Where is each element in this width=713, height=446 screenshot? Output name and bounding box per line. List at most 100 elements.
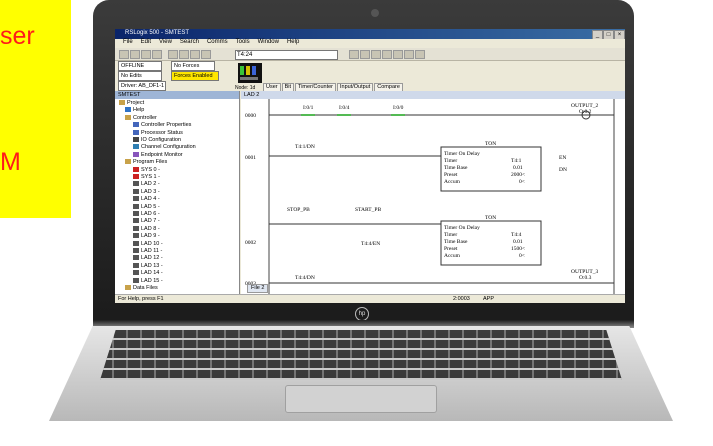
menu-item-file[interactable]: File xyxy=(123,39,133,45)
time-base-value-2: 0.01 xyxy=(513,239,523,245)
touchpad[interactable] xyxy=(285,385,437,413)
copy-icon[interactable] xyxy=(179,50,189,59)
tree-item[interactable]: Processor Status xyxy=(133,130,183,136)
tree-node-icon xyxy=(133,255,139,261)
file-tab[interactable]: File 2 xyxy=(247,284,269,293)
zoom-out-icon[interactable] xyxy=(415,50,425,59)
tree-item[interactable]: Endpoint Monitor xyxy=(133,152,183,158)
tree-item[interactable]: Project xyxy=(119,100,144,106)
tree-item[interactable]: Channel Configuration xyxy=(133,144,196,150)
tree-item[interactable]: LAD 8 - xyxy=(133,226,160,232)
tree-node-icon xyxy=(133,137,139,143)
ton-label: TON xyxy=(485,141,496,147)
preset-value: 2000< xyxy=(511,172,525,178)
tree-item[interactable]: LAD 5 - xyxy=(133,204,160,210)
cross-reference-icon[interactable] xyxy=(371,50,381,59)
tree-item-label: LAD 5 - xyxy=(141,203,160,210)
tree-item[interactable]: LAD 6 - xyxy=(133,211,160,217)
tree-node-icon xyxy=(133,144,139,150)
address-box[interactable]: T4:24 xyxy=(235,50,338,60)
status-help-text: For Help, press F1 xyxy=(118,296,164,302)
menu-item-window[interactable]: Window xyxy=(258,39,279,45)
tree-node-icon xyxy=(125,285,131,291)
dn-label: DN xyxy=(559,167,567,173)
tree-item[interactable]: LAD 9 - xyxy=(133,233,160,239)
timer-value: T4:1 xyxy=(511,158,522,164)
tree-item-label: Processor Status xyxy=(141,129,183,136)
tree-item[interactable]: LAD 3 - xyxy=(133,189,160,195)
tree-item[interactable]: Program Files xyxy=(125,159,167,165)
tree-node-icon xyxy=(133,277,139,283)
menu-item-edit[interactable]: Edit xyxy=(141,39,151,45)
zoom-in-icon[interactable] xyxy=(404,50,414,59)
tree-item[interactable]: Controller xyxy=(125,115,157,121)
menu-bar: File Edit View Search Comms Tools Window Help xyxy=(115,39,625,48)
tree-item-label: Project xyxy=(127,100,145,106)
tree-item[interactable]: LAD 15 - xyxy=(133,278,163,284)
menu-item-view[interactable]: View xyxy=(159,39,172,45)
tree-item-label: LAD 2 - xyxy=(141,181,160,188)
accum-value-2: 0< xyxy=(519,253,525,259)
tree-item[interactable]: LAD 10 - xyxy=(133,241,163,247)
search-icon[interactable] xyxy=(360,50,370,59)
rslogix-window: RSLogix 500 - SMTEST _ □ × File Edit View S… xyxy=(115,29,625,303)
en-label: EN xyxy=(559,155,566,161)
tree-item[interactable]: LAD 4 - xyxy=(133,196,160,202)
verify-icon[interactable] xyxy=(349,50,359,59)
print-icon[interactable] xyxy=(152,50,162,59)
tree-node-icon xyxy=(133,248,139,254)
tree-item-label: LAD 4 - xyxy=(141,196,160,203)
menu-item-comms[interactable]: Comms xyxy=(207,39,228,45)
tree-node-icon xyxy=(133,188,139,194)
tree-item[interactable]: Data Files xyxy=(125,285,158,291)
open-file-icon[interactable] xyxy=(130,50,140,59)
tree-item[interactable]: LAD 13 - xyxy=(133,263,163,269)
tree-item[interactable]: Controller Properties xyxy=(133,122,191,128)
forces-enabled-field[interactable]: Forces Enabled xyxy=(171,71,219,81)
tree-item[interactable]: SYS 1 - xyxy=(133,174,160,180)
undo-icon[interactable] xyxy=(201,50,211,59)
driver-field[interactable]: Driver: AB_DF1-1 xyxy=(118,81,166,91)
edits-field[interactable]: No Edits xyxy=(118,71,162,81)
tree-item[interactable]: LAD 7 - xyxy=(133,218,160,224)
timer-value-2: T4:4 xyxy=(511,232,522,238)
save-icon[interactable] xyxy=(141,50,151,59)
forces-field[interactable]: No Forces xyxy=(171,61,215,71)
mode-field[interactable]: OFFLINE xyxy=(118,61,162,71)
new-file-icon[interactable] xyxy=(119,50,129,59)
tree-item-label: LAD 15 - xyxy=(141,277,163,284)
accept-rung-icon[interactable] xyxy=(393,50,403,59)
time-base-value: 0.01 xyxy=(513,165,523,171)
start-pb-label: START_PB xyxy=(355,207,381,213)
toolbar: T4:24 xyxy=(115,48,625,61)
tree-node-icon xyxy=(119,100,125,106)
tree-node-icon xyxy=(125,107,131,113)
edit-rung-icon[interactable] xyxy=(382,50,392,59)
tree-item[interactable]: Help xyxy=(125,107,144,113)
tree-item-label: LAD 6 - xyxy=(141,211,160,217)
ladder-diagram[interactable]: 0000 OUTPUT_2 O:0.2 I:0/1 I:0/4 I:0/0 00… xyxy=(241,99,625,294)
title-bar: RSLogix 500 - SMTEST _ □ × xyxy=(115,29,625,40)
caption-line-2: M xyxy=(0,148,21,176)
tree-item-label: Endpoint Monitor xyxy=(141,151,183,158)
timer-on-delay-label-2: Timer On Delay xyxy=(444,225,480,231)
menu-item-tools[interactable]: Tools xyxy=(236,39,250,45)
rung-number-0: 0000 xyxy=(245,113,256,119)
menu-item-search[interactable]: Search xyxy=(180,39,199,45)
t41dn-label: T4:1/DN xyxy=(295,144,315,150)
tree-item[interactable]: LAD 2 - xyxy=(133,181,160,187)
accum-label: Accum xyxy=(444,179,461,185)
caption-line-1: ser xyxy=(0,22,35,50)
timer-on-delay-label: Timer On Delay xyxy=(444,151,480,157)
tree-item[interactable]: LAD 14 - xyxy=(133,270,163,276)
online-status-icon xyxy=(238,63,262,83)
tree-item[interactable]: SYS 0 - xyxy=(133,167,160,173)
tree-item[interactable]: LAD 11 - xyxy=(133,248,162,254)
tree-item[interactable]: LAD 12 - xyxy=(133,255,163,261)
cut-icon[interactable] xyxy=(168,50,178,59)
tree-node-icon xyxy=(133,122,139,128)
menu-item-help[interactable]: Help xyxy=(287,39,299,45)
window-title: RSLogix 500 - SMTEST xyxy=(125,30,190,36)
tree-item[interactable]: IO Configuration xyxy=(133,137,181,143)
paste-icon[interactable] xyxy=(190,50,200,59)
